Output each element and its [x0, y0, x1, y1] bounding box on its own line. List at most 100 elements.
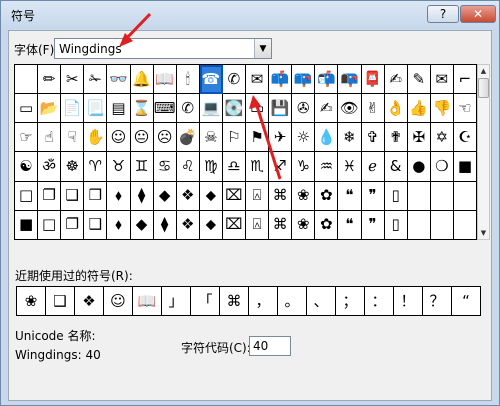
symbol-cell[interactable]: ⌘: [269, 181, 293, 211]
symbol-cell[interactable]: ◆: [153, 181, 177, 211]
symbol-cell[interactable]: ✌: [361, 94, 385, 124]
recent-symbol-cell[interactable]: ☺: [104, 287, 133, 316]
symbol-cell[interactable]: ⌨: [153, 94, 177, 124]
help-button[interactable]: ?: [427, 5, 459, 23]
symbol-cell[interactable]: 📫: [269, 65, 293, 95]
symbol-cell[interactable]: [407, 181, 431, 211]
symbol-cell[interactable]: 😐: [130, 123, 154, 153]
symbol-cell[interactable]: ✆: [222, 65, 246, 95]
recent-symbol-cell[interactable]: ？: [423, 287, 452, 316]
symbol-cell[interactable]: ⧫: [130, 181, 154, 211]
recent-symbol-cell[interactable]: ！: [394, 287, 423, 316]
symbol-cell[interactable]: ☹: [153, 123, 177, 153]
symbol-cell[interactable]: ▭: [15, 94, 39, 124]
symbol-cell[interactable]: ☞: [15, 123, 39, 153]
symbol-cell[interactable]: ✆: [176, 94, 200, 124]
symbol-cell[interactable]: 📃: [84, 94, 108, 124]
symbol-cell[interactable]: [453, 181, 477, 211]
symbol-cell[interactable]: ✂: [61, 65, 85, 95]
symbol-cell[interactable]: ☜: [453, 94, 477, 124]
symbol-cell[interactable]: ⌐: [453, 65, 477, 95]
symbol-cell[interactable]: ⌧: [222, 181, 246, 211]
symbol-cell[interactable]: ⍓: [246, 181, 270, 211]
char-code-input[interactable]: 40: [249, 336, 291, 356]
symbol-cell[interactable]: ⌛: [130, 94, 154, 124]
symbol-cell[interactable]: ☠: [199, 123, 223, 153]
recent-symbol-cell[interactable]: 」: [162, 287, 191, 316]
symbol-cell[interactable]: ✞: [361, 123, 385, 153]
symbol-cell[interactable]: ✿: [315, 210, 339, 240]
symbol-cell[interactable]: 👌: [384, 94, 408, 124]
symbol-cell[interactable]: 🕯: [176, 65, 200, 95]
symbol-cell[interactable]: ✏: [38, 65, 62, 95]
recent-symbol-cell[interactable]: “: [452, 287, 481, 316]
symbol-cell[interactable]: 💣: [176, 123, 200, 153]
symbol-cell[interactable]: 💧: [315, 123, 339, 153]
symbol-cell[interactable]: ♍: [199, 152, 223, 182]
symbol-cell[interactable]: ❖: [176, 181, 200, 211]
symbol-cell[interactable]: ♉: [107, 152, 131, 182]
symbol-cell[interactable]: □: [38, 210, 62, 240]
symbol-cell[interactable]: ☸: [61, 152, 85, 182]
symbol-cell[interactable]: ⚐: [222, 123, 246, 153]
symbol-cell[interactable]: ✁: [84, 65, 108, 95]
symbol-cell[interactable]: ▯: [384, 181, 408, 211]
symbol-cell[interactable]: 👓: [107, 65, 131, 95]
symbol-cell[interactable]: 💻: [199, 94, 223, 124]
symbol-cell[interactable]: ◆: [130, 210, 154, 240]
symbol-cell[interactable]: □: [15, 181, 39, 211]
recent-symbol-cell[interactable]: ，: [249, 287, 278, 316]
symbol-cell[interactable]: ☼: [292, 123, 316, 153]
symbol-cell[interactable]: ✟: [384, 123, 408, 153]
symbol-cell[interactable]: 📮: [361, 65, 385, 95]
symbol-cell[interactable]: ✎: [407, 65, 431, 95]
symbol-cell[interactable]: ❖: [176, 210, 200, 240]
symbol-cell[interactable]: ⬧: [107, 181, 131, 211]
symbol-cell[interactable]: ✍: [315, 94, 339, 124]
symbol-cell[interactable]: ✍: [384, 65, 408, 95]
symbol-cell[interactable]: ☪: [453, 123, 477, 153]
recent-symbol-cell[interactable]: ；: [336, 287, 365, 316]
symbol-cell[interactable]: ❍: [430, 152, 454, 182]
symbol-cell[interactable]: ⬧: [107, 210, 131, 240]
symbol-cell[interactable]: ❐: [38, 181, 62, 211]
font-select[interactable]: Wingdings ▼: [54, 38, 272, 59]
recent-symbol-cell[interactable]: ：: [365, 287, 394, 316]
symbol-cell[interactable]: ♋: [153, 152, 177, 182]
symbol-cell[interactable]: ❀: [292, 181, 316, 211]
recent-symbol-cell[interactable]: 。: [278, 287, 307, 316]
symbol-cell[interactable]: ✠: [407, 123, 431, 153]
symbol-cell[interactable]: 💽: [222, 94, 246, 124]
recent-symbol-cell[interactable]: 📖: [133, 287, 162, 316]
symbol-cell[interactable]: ❑: [61, 181, 85, 211]
symbol-cell[interactable]: 📖: [153, 65, 177, 95]
symbol-cell[interactable]: ❀: [292, 210, 316, 240]
symbol-cell[interactable]: ✡: [430, 123, 454, 153]
symbol-cell[interactable]: ☯: [15, 152, 39, 182]
symbol-cell[interactable]: ■: [453, 152, 477, 182]
symbol-cell[interactable]: 👎: [430, 94, 454, 124]
symbol-cell[interactable]: ॐ: [38, 152, 62, 182]
symbol-cell[interactable]: ℯ: [361, 152, 385, 182]
symbol-cell[interactable]: [15, 65, 39, 95]
symbol-cell[interactable]: ■: [15, 210, 39, 240]
symbol-cell[interactable]: 📬: [315, 65, 339, 95]
symbol-cell[interactable]: 🔔: [130, 65, 154, 95]
vertical-scrollbar[interactable]: ▲ ▼: [477, 64, 490, 240]
recent-symbols-row[interactable]: ❀ ❑ ❖ ☺ 📖」「⌘，。、；：！？ “: [16, 286, 481, 316]
symbol-cell-selected[interactable]: ☎: [199, 65, 223, 95]
symbol-cell[interactable]: ☟: [61, 123, 85, 153]
symbol-cell[interactable]: ♓: [338, 152, 362, 182]
symbol-cell[interactable]: ❑: [84, 210, 108, 240]
recent-symbol-cell[interactable]: 、: [307, 287, 336, 316]
symbol-cell[interactable]: ⌧: [222, 210, 246, 240]
recent-symbol-cell[interactable]: ❀: [17, 287, 46, 316]
recent-symbol-cell[interactable]: 「: [191, 287, 220, 316]
symbol-cell[interactable]: ❐: [61, 210, 85, 240]
scroll-thumb[interactable]: [478, 78, 489, 98]
symbol-cell[interactable]: ⍓: [246, 210, 270, 240]
scroll-down-icon[interactable]: ▼: [478, 227, 489, 239]
symbol-cell[interactable]: ▯: [384, 210, 408, 240]
symbol-cell[interactable]: ♈: [84, 152, 108, 182]
symbol-cell[interactable]: [430, 181, 454, 211]
